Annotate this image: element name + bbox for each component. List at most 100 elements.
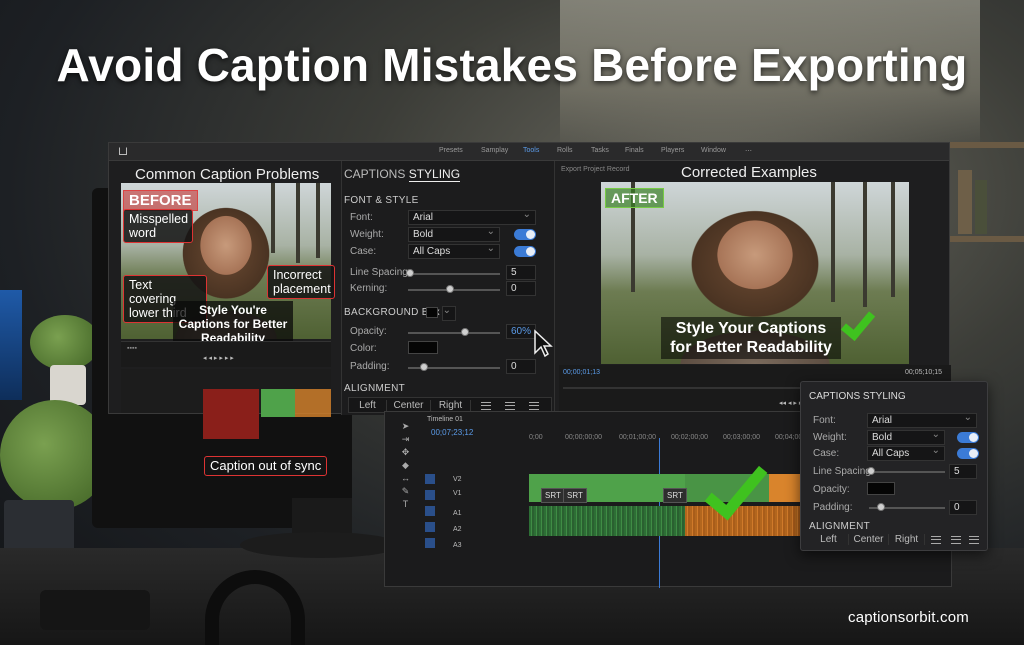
float-line-label: Line Spacing: xyxy=(813,466,874,477)
captions-styling-panel: CAPTIONS STYLING FONT & STYLE Font: Aria… xyxy=(341,161,555,415)
kerning-value[interactable]: 0 xyxy=(506,281,536,296)
plant-pot xyxy=(50,365,86,405)
track-label: V1 xyxy=(453,490,462,497)
after-timecode-a: 00;00;01;13 xyxy=(563,369,600,376)
select-tool-icon[interactable]: ➤ xyxy=(401,422,410,431)
before-mini-timeline xyxy=(121,369,331,439)
audio-waveform[interactable] xyxy=(529,506,685,536)
background-monitor-glow xyxy=(0,290,22,400)
bg-box-dropdown[interactable] xyxy=(442,305,456,321)
timeline-name: Timeline 01 xyxy=(427,416,463,423)
align-left-icon[interactable] xyxy=(481,402,491,410)
track-select-icon[interactable]: ⇥ xyxy=(401,435,410,444)
ruler-tick: 00;02;00;00 xyxy=(671,434,708,441)
timeline-timecode: 00;07;23;12 xyxy=(431,428,474,437)
menu-item[interactable]: Rolls xyxy=(557,147,573,154)
opacity-knob[interactable] xyxy=(461,328,469,336)
float-line-knob[interactable] xyxy=(867,467,875,475)
track-label: V2 xyxy=(453,476,462,483)
font-label: Font: xyxy=(350,212,373,223)
font-style-header: FONT & STYLE xyxy=(344,195,419,206)
editor-window: Presets Samplay Tools Rolls Tasks Finals… xyxy=(108,142,951,439)
float-line-slider[interactable] xyxy=(869,471,945,473)
keyboard xyxy=(40,590,150,630)
panel-title-a: CAPTIONS xyxy=(344,167,406,181)
slip-tool-icon[interactable]: ↔ xyxy=(401,474,410,483)
ripple-edit-icon[interactable]: ✥ xyxy=(401,448,410,457)
sync-error-clip xyxy=(203,389,259,439)
track-label: A1 xyxy=(453,510,462,517)
float-align-left-button[interactable]: Left xyxy=(809,534,849,545)
srt-clip-label[interactable]: SRT xyxy=(541,488,565,503)
menu-item[interactable]: Tasks xyxy=(591,147,609,154)
kerning-knob[interactable] xyxy=(446,285,454,293)
menu-item[interactable]: Presets xyxy=(439,147,463,154)
float-align-left-icon[interactable] xyxy=(931,536,941,544)
float-case-label: Case: xyxy=(813,448,840,459)
ruler-tick: 00;00;00;00 xyxy=(565,434,602,441)
wall-shelf xyxy=(950,142,1024,148)
float-align-right-button[interactable]: Right xyxy=(889,534,925,545)
float-weight-toggle[interactable] xyxy=(957,432,979,443)
bg-box-swatch[interactable] xyxy=(426,307,438,318)
menu-item[interactable]: Tools xyxy=(523,147,539,154)
shelf-book xyxy=(975,180,987,234)
menu-item[interactable]: Window xyxy=(701,147,726,154)
menu-bar: Presets Samplay Tools Rolls Tasks Finals… xyxy=(109,143,949,161)
toolbar: ➤ ⇥ ✥ ◆ ↔ ✎ T xyxy=(401,422,410,509)
line-spacing-slider[interactable] xyxy=(408,273,500,275)
before-transport-bar: ▪▪▪▪ ◂ ◂ ▸ ▸ ▸ ▸ xyxy=(121,341,331,367)
ruler-tick: 00;01;00;00 xyxy=(619,434,656,441)
color-swatch[interactable] xyxy=(408,341,438,354)
line-spacing-value[interactable]: 5 xyxy=(506,265,536,280)
align-right-icon[interactable] xyxy=(529,402,539,410)
align-center-button[interactable]: Center xyxy=(387,400,431,411)
float-font-dropdown[interactable]: Arial xyxy=(867,412,977,428)
menu-item[interactable]: Players xyxy=(661,147,684,154)
padding-value[interactable]: 0 xyxy=(506,359,536,374)
opacity-label: Opacity: xyxy=(350,326,387,337)
razor-tool-icon[interactable]: ◆ xyxy=(401,461,410,470)
case-toggle[interactable] xyxy=(514,246,536,257)
padding-knob[interactable] xyxy=(420,363,428,371)
floating-styling-panel: CAPTIONS STYLING Font: Arial Weight: Bol… xyxy=(800,381,988,551)
weight-dropdown[interactable]: Bold xyxy=(408,226,500,242)
home-icon[interactable] xyxy=(119,147,127,155)
align-center-icon[interactable] xyxy=(505,402,515,410)
srt-clip-label[interactable]: SRT xyxy=(663,488,687,503)
float-padding-knob[interactable] xyxy=(877,503,885,511)
float-align-right-icon[interactable] xyxy=(969,536,979,544)
alignment-header: ALIGNMENT xyxy=(344,383,406,394)
float-padding-value[interactable]: 0 xyxy=(949,500,977,515)
line-spacing-knob[interactable] xyxy=(406,269,414,277)
float-case-toggle[interactable] xyxy=(957,448,979,459)
align-left-button[interactable]: Left xyxy=(349,400,387,411)
float-line-value[interactable]: 5 xyxy=(949,464,977,479)
misspelled-callout: Misspelled word xyxy=(123,209,193,243)
align-right-button[interactable]: Right xyxy=(431,400,471,411)
footer-url: captionsorbit.com xyxy=(848,609,969,626)
kerning-slider[interactable] xyxy=(408,289,500,291)
opacity-value[interactable]: 60% xyxy=(506,324,536,339)
weight-toggle[interactable] xyxy=(514,229,536,240)
menu-item[interactable]: Finals xyxy=(625,147,644,154)
float-opacity-swatch[interactable] xyxy=(867,482,895,495)
float-case-dropdown[interactable]: All Caps xyxy=(867,445,945,461)
opacity-slider[interactable] xyxy=(408,332,500,334)
case-dropdown[interactable]: All Caps xyxy=(408,243,500,259)
srt-clip-label[interactable]: SRT xyxy=(563,488,587,503)
out-of-sync-callout: Caption out of sync xyxy=(204,456,328,476)
float-alignment-header: ALIGNMENT xyxy=(809,521,871,532)
menu-item[interactable]: ⋯ xyxy=(745,147,752,155)
menu-item[interactable]: Samplay xyxy=(481,147,508,154)
text-tool-icon[interactable]: T xyxy=(401,500,410,509)
pen-tool-icon[interactable]: ✎ xyxy=(401,487,410,496)
font-dropdown[interactable]: Arial xyxy=(408,209,536,225)
plant-leaves xyxy=(30,315,100,370)
float-align-center-icon[interactable] xyxy=(951,536,961,544)
weight-label: Weight: xyxy=(350,229,384,240)
mouse-cursor-icon xyxy=(534,329,553,358)
panel-title-b: STYLING xyxy=(408,167,461,182)
float-align-center-button[interactable]: Center xyxy=(849,534,889,545)
float-weight-dropdown[interactable]: Bold xyxy=(867,429,945,445)
